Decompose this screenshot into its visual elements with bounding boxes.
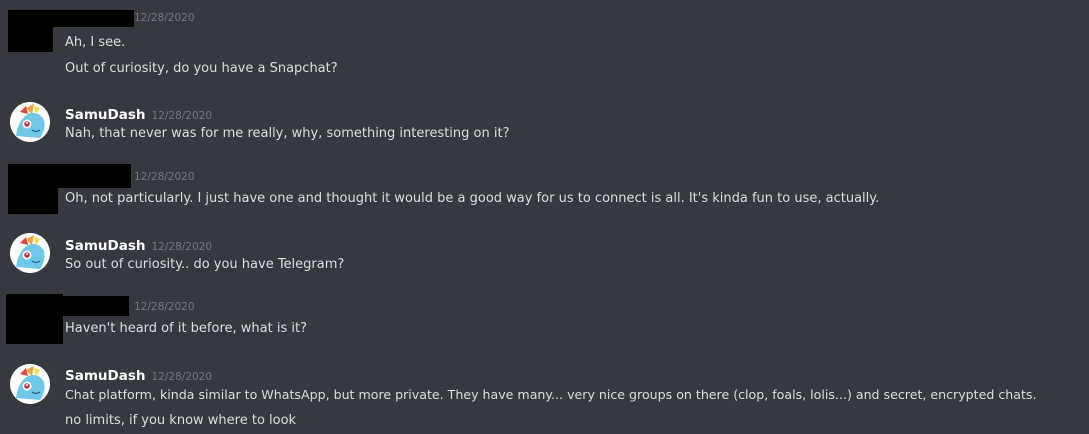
message-timestamp: 12/28/2020: [134, 171, 195, 183]
message-text: Haven't heard of it before, what is it?: [65, 321, 307, 336]
message-text: So out of curiosity.. do you have Telegr…: [65, 257, 345, 272]
redacted-username: [62, 296, 129, 316]
message-text: Nah, that never was for me really, why, …: [65, 126, 510, 141]
message-header: SamuDash 12/28/2020: [65, 365, 212, 384]
redacted-avatar: [8, 27, 53, 52]
message-timestamp: 12/28/2020: [151, 371, 213, 383]
message-timestamp: 12/28/2020: [134, 301, 195, 313]
message-timestamp: 12/28/2020: [151, 241, 213, 253]
message-timestamp: 12/28/2020: [134, 12, 195, 24]
redacted-username: [8, 164, 131, 188]
message-timestamp: 12/28/2020: [151, 110, 213, 122]
message-text: Out of curiosity, do you have a Snapchat…: [65, 61, 338, 76]
message-author[interactable]: SamuDash: [65, 107, 145, 123]
message-author[interactable]: SamuDash: [65, 368, 145, 384]
user-avatar[interactable]: [10, 102, 50, 142]
redacted-avatar: [8, 188, 58, 214]
message-header: SamuDash 12/28/2020: [65, 104, 212, 123]
message-text: no limits, if you know where to look: [65, 413, 297, 428]
chat-message-list: 12/28/2020 Ah, I see. Out of curiosity, …: [0, 0, 1089, 434]
user-avatar[interactable]: [10, 364, 50, 404]
redacted-avatar: [6, 294, 63, 344]
message-author[interactable]: SamuDash: [65, 238, 145, 254]
redacted-username: [8, 10, 134, 27]
message-text: Chat platform, kinda similar to WhatsApp…: [65, 387, 1037, 402]
message-text: Ah, I see.: [65, 35, 126, 50]
pony-avatar-icon: [10, 233, 50, 273]
message-text: Oh, not particularly. I just have one an…: [65, 191, 880, 206]
message-header: SamuDash 12/28/2020: [65, 235, 212, 254]
pony-avatar-icon: [10, 102, 50, 142]
user-avatar[interactable]: [10, 233, 50, 273]
pony-avatar-icon: [10, 364, 50, 404]
